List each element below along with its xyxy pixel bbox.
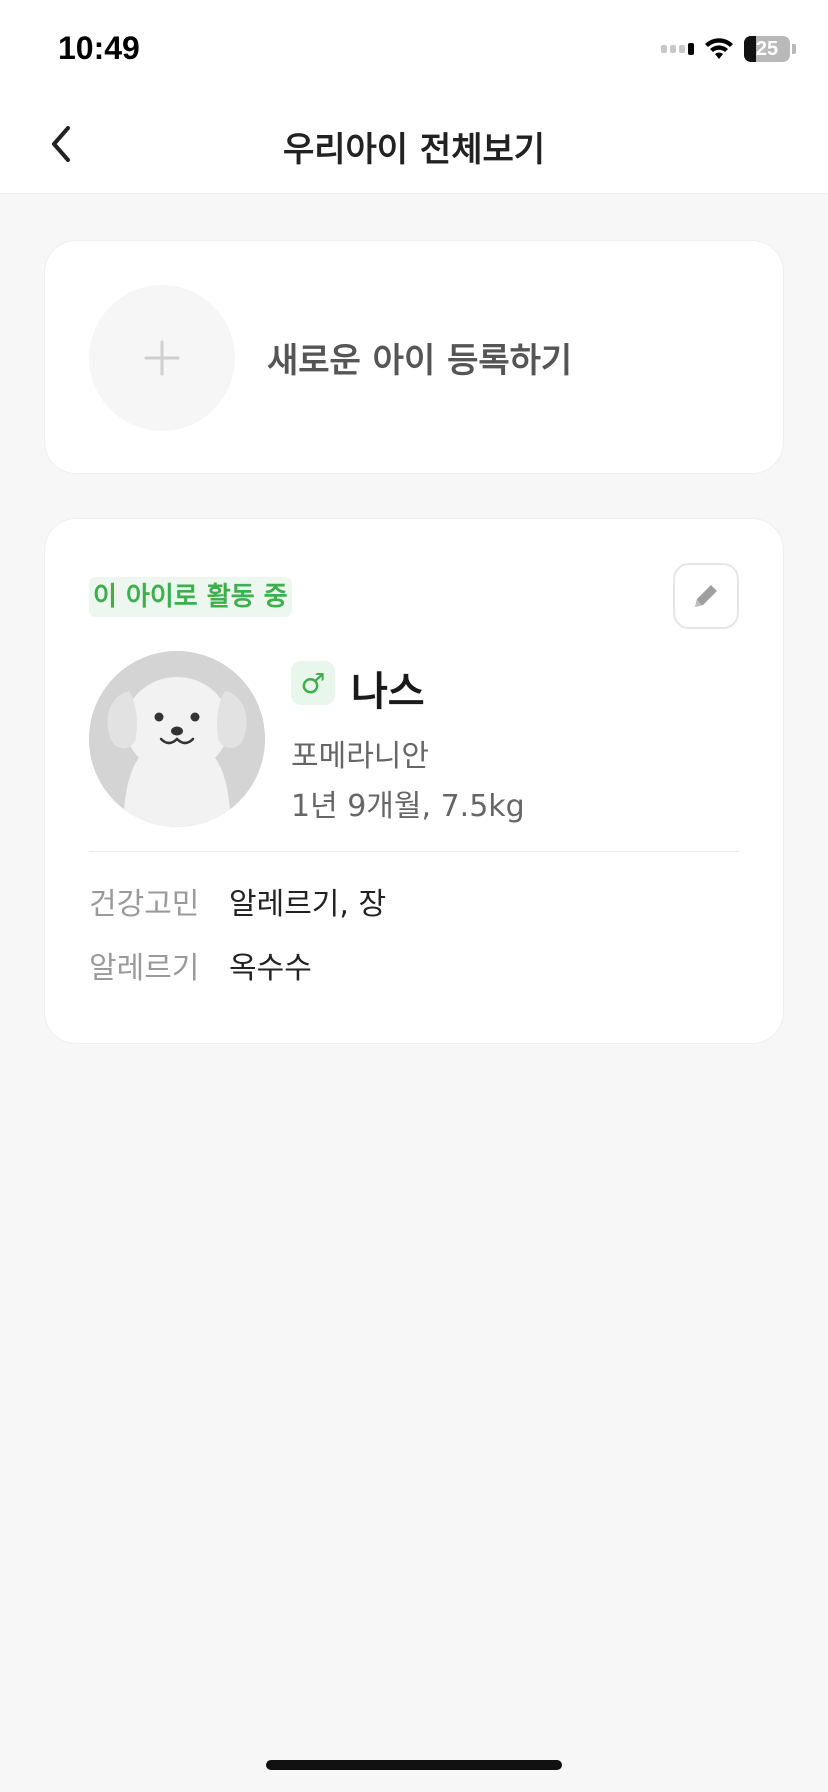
add-pet-circle[interactable] bbox=[89, 285, 235, 431]
health-concern-value: 알레르기, 장 bbox=[229, 887, 387, 922]
pencil-icon bbox=[695, 585, 717, 607]
pet-name: 나스 bbox=[351, 669, 425, 715]
home-indicator[interactable] bbox=[266, 1760, 562, 1770]
battery-level: 25 bbox=[755, 37, 779, 60]
pet-card: 이 아이로 활동 중 ♂ 나스 포메라니안 1년 9개월, 7.5kg 건강고민… bbox=[44, 518, 784, 1044]
allergy-row: 알레르기 옥수수 bbox=[89, 943, 312, 987]
cellular-signal-icon bbox=[661, 43, 694, 55]
add-pet-label[interactable]: 새로운 아이 등록하기 bbox=[267, 333, 572, 382]
add-pet-card[interactable]: 새로운 아이 등록하기 bbox=[44, 240, 784, 474]
wifi-icon bbox=[705, 38, 733, 59]
pet-breed: 포메라니안 bbox=[291, 739, 429, 774]
allergy-label: 알레르기 bbox=[89, 951, 200, 986]
active-status-badge: 이 아이로 활동 중 bbox=[89, 577, 292, 617]
battery-cap bbox=[792, 44, 796, 54]
edit-pet-button[interactable] bbox=[673, 563, 739, 629]
male-gender-icon: ♂ bbox=[291, 661, 335, 705]
health-concern-row: 건강고민 알레르기, 장 bbox=[89, 879, 386, 923]
status-time: 10:49 bbox=[58, 30, 140, 66]
status-bar: 10:49 25 bbox=[0, 0, 828, 96]
nav-bar: 우리아이 전체보기 bbox=[0, 96, 828, 194]
divider bbox=[89, 851, 739, 852]
page-title: 우리아이 전체보기 bbox=[282, 130, 546, 170]
status-icons: 25 bbox=[661, 34, 796, 64]
dog-avatar-icon bbox=[89, 651, 265, 827]
pet-age-weight: 1년 9개월, 7.5kg bbox=[291, 789, 525, 824]
allergy-value: 옥수수 bbox=[229, 951, 312, 986]
pet-avatar bbox=[89, 651, 265, 827]
health-concern-label: 건강고민 bbox=[89, 887, 200, 922]
battery-icon: 25 bbox=[744, 36, 790, 62]
plus-icon bbox=[144, 340, 180, 376]
